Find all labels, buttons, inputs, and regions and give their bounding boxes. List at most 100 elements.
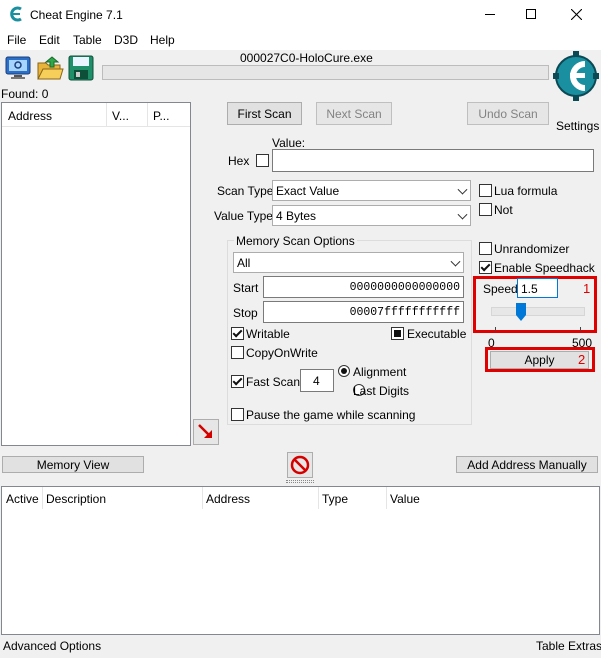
speed-input[interactable]: 1.5 [517, 278, 558, 298]
column-divider [386, 487, 387, 509]
value-label: Value: [272, 136, 306, 150]
chevron-down-icon [457, 184, 468, 195]
cheat-engine-logo-icon [553, 51, 599, 101]
scan-type-value: Exact Value [276, 183, 340, 198]
minimize-button[interactable] [470, 0, 510, 30]
add-to-list-button[interactable] [193, 419, 219, 445]
window-title: Cheat Engine 7.1 [30, 8, 123, 22]
open-process-button[interactable] [4, 55, 32, 81]
executable-label: Executable [407, 327, 467, 341]
no-entry-icon [290, 455, 310, 475]
next-scan-button[interactable]: Next Scan [316, 102, 392, 125]
pause-game-label: Pause the game while scanning [246, 408, 416, 422]
column-header-description[interactable]: Description [46, 492, 106, 506]
executable-checkbox[interactable] [391, 327, 404, 340]
speed-slider[interactable] [489, 303, 587, 323]
memory-region-value: All [237, 255, 251, 270]
start-label: Start [233, 281, 259, 295]
pause-game-checkbox[interactable] [231, 408, 244, 421]
fast-scan-value: 4 [313, 374, 320, 388]
minimize-icon [485, 14, 495, 15]
results-header: Address V... P... [2, 103, 190, 127]
column-header-type[interactable]: Type [322, 492, 348, 506]
chevron-down-icon [450, 256, 461, 267]
menu-file[interactable]: File [7, 33, 26, 47]
alignment-radio[interactable] [338, 365, 350, 377]
settings-label[interactable]: Settings [556, 119, 599, 133]
column-divider [147, 103, 148, 127]
hex-label: Hex [228, 154, 250, 168]
undo-scan-button[interactable]: Undo Scan [467, 102, 549, 125]
memory-view-button[interactable]: Memory View [2, 456, 144, 473]
column-header-value[interactable]: V... [112, 109, 129, 123]
slider-tick-min [495, 327, 496, 331]
scan-type-label: Scan Type [217, 184, 274, 198]
hex-checkbox[interactable] [256, 154, 269, 167]
stop-address-value: 00007fffffffffff [349, 306, 460, 319]
table-extras-link[interactable]: Table Extras [536, 639, 601, 653]
column-divider [42, 487, 43, 509]
annotation-number-2: 2 [578, 352, 586, 367]
fast-scan-label: Fast Scan [246, 375, 301, 389]
not-label: Not [494, 203, 513, 217]
found-count: Found: 0 [1, 87, 49, 101]
lua-formula-label: Lua formula [494, 184, 558, 198]
unrandomizer-checkbox[interactable] [479, 242, 492, 255]
splitter-handle[interactable] [286, 480, 314, 483]
menu-table[interactable]: Table [73, 33, 102, 47]
writable-checkbox[interactable] [231, 327, 244, 340]
slider-track [491, 307, 585, 316]
executable-indeterminate-mark [394, 330, 401, 337]
apply-button[interactable]: Apply [490, 351, 589, 369]
column-header-previous[interactable]: P... [153, 109, 169, 123]
open-table-button[interactable] [36, 55, 64, 81]
scan-value-input[interactable] [272, 149, 594, 172]
not-checkbox[interactable] [479, 203, 492, 216]
process-name: 000027C0-HoloCure.exe [240, 51, 373, 65]
folder-open-icon [37, 56, 64, 80]
fast-scan-checkbox[interactable] [231, 375, 244, 388]
advanced-options-link[interactable]: Advanced Options [3, 639, 101, 653]
add-address-manually-button[interactable]: Add Address Manually [456, 456, 598, 473]
save-table-button[interactable] [67, 55, 95, 81]
address-table[interactable]: Active Description Address Type Value [1, 486, 600, 635]
found-results-list[interactable]: Address V... P... [1, 102, 191, 446]
scan-type-select[interactable]: Exact Value [272, 180, 471, 201]
menu-d3d[interactable]: D3D [114, 33, 138, 47]
start-address-value: 0000000000000000 [349, 281, 460, 294]
slider-thumb[interactable] [516, 303, 527, 321]
writable-label: Writable [246, 327, 290, 341]
menu-bar: File Edit Table D3D Help [0, 30, 601, 50]
stop-scan-button[interactable] [287, 452, 313, 478]
memory-region-select[interactable]: All [233, 252, 464, 273]
speed-label: Speed [483, 282, 518, 296]
column-header-address[interactable]: Address [206, 492, 250, 506]
stop-label: Stop [233, 306, 258, 320]
address-table-header: Active Description Address Type Value [2, 487, 599, 509]
lua-formula-checkbox[interactable] [479, 184, 492, 197]
unrandomizer-label: Unrandomizer [494, 242, 570, 256]
value-type-select[interactable]: 4 Bytes [272, 205, 471, 226]
copy-on-write-checkbox[interactable] [231, 346, 244, 359]
maximize-icon [526, 9, 536, 19]
start-address-input[interactable]: 0000000000000000 [263, 276, 464, 298]
enable-speedhack-checkbox[interactable] [479, 261, 492, 274]
fast-scan-input[interactable]: 4 [300, 369, 334, 392]
save-icon [68, 55, 94, 81]
menu-help[interactable]: Help [150, 33, 175, 47]
first-scan-button[interactable]: First Scan [227, 102, 302, 125]
value-type-value: 4 Bytes [276, 208, 317, 223]
column-header-active[interactable]: Active [6, 492, 39, 506]
maximize-button[interactable] [512, 0, 552, 30]
slider-tick-max [580, 327, 581, 331]
column-header-value[interactable]: Value [390, 492, 420, 506]
arrow-down-right-icon [198, 424, 212, 438]
menu-edit[interactable]: Edit [39, 33, 60, 47]
copy-on-write-label: CopyOnWrite [246, 346, 318, 360]
column-header-address[interactable]: Address [8, 109, 52, 123]
cheat-engine-settings-logo[interactable] [553, 50, 599, 108]
close-button[interactable] [555, 0, 599, 30]
speed-value: 1.5 [521, 282, 538, 296]
stop-address-input[interactable]: 00007fffffffffff [263, 301, 464, 323]
column-divider [318, 487, 319, 509]
